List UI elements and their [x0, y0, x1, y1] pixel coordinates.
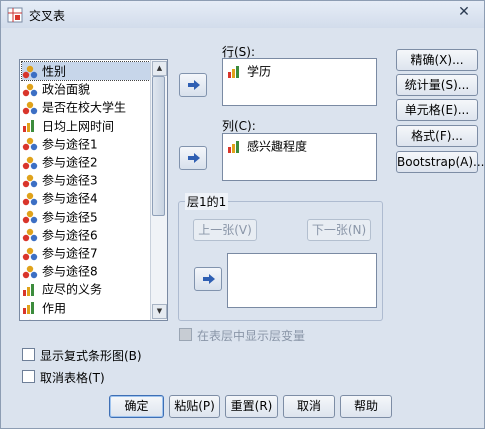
- exact-button[interactable]: 精确(X)...: [396, 49, 478, 71]
- variable-list-item[interactable]: 参与途径8: [22, 262, 150, 280]
- cancel-button[interactable]: 取消: [283, 395, 335, 418]
- scroll-up-arrow[interactable]: ▲: [152, 61, 167, 76]
- rows-item[interactable]: 学历: [227, 63, 271, 80]
- variable-list-item[interactable]: 性别: [21, 61, 151, 81]
- variable-list[interactable]: 性别 政治面貌 是否在校大学生 日均上网时间 参与途径1 参与途径2 参与途径3 参与途径4 参…: [19, 59, 168, 321]
- scale-bar-icon: [23, 120, 34, 133]
- nominal-icon: [22, 247, 38, 260]
- columns-item[interactable]: 感兴趣程度: [227, 138, 307, 155]
- variable-list-item[interactable]: 参与途径3: [22, 171, 150, 189]
- crosstabs-dialog: 交叉表 ✕ 性别 政治面貌 是否在校大学生 日均上网时间 参与途径1 参与途径2 参与途径3…: [0, 0, 485, 429]
- nominal-icon: [22, 192, 38, 206]
- variable-list-item[interactable]: 作用: [22, 299, 150, 317]
- variable-list-item[interactable]: 参与途径1: [22, 135, 150, 153]
- scroll-thumb[interactable]: [152, 76, 165, 216]
- variable-list-item[interactable]: 参与途径6: [22, 226, 150, 244]
- scale-bar-icon: [228, 65, 239, 78]
- scroll-down-arrow[interactable]: ▼: [152, 304, 167, 319]
- scale-bar-icon: [23, 283, 34, 296]
- variable-list-item[interactable]: 是否有参与意愿: [22, 317, 150, 321]
- right-arrow-icon: [188, 80, 200, 90]
- layer-field[interactable]: [227, 253, 377, 308]
- nominal-icon: [22, 229, 38, 242]
- scale-bar-icon: [23, 302, 34, 315]
- ok-button[interactable]: 确定: [109, 395, 164, 418]
- window-title: 交叉表: [29, 9, 66, 23]
- suppress-tables-label: 取消表格(T): [40, 371, 105, 385]
- clustered-bar-checkbox[interactable]: [22, 348, 35, 361]
- nominal-icon: [22, 265, 38, 278]
- previous-layer-button[interactable]: 上一张(V): [193, 219, 257, 241]
- rows-field[interactable]: 学历: [222, 58, 377, 106]
- variable-list-item[interactable]: 参与途径5: [22, 208, 150, 226]
- paste-button[interactable]: 粘贴(P): [169, 395, 220, 418]
- nominal-icon: [22, 156, 38, 169]
- nominal-icon: [22, 83, 38, 96]
- show-layer-vars-label: 在表层中显示层变量: [197, 329, 306, 343]
- scale-bar-icon: [228, 140, 239, 153]
- variable-list-scrollbar[interactable]: ▲ ▼: [150, 60, 167, 320]
- variable-list-item[interactable]: 日均上网时间: [22, 117, 150, 135]
- variable-list-item[interactable]: 是否在校大学生: [22, 98, 150, 116]
- suppress-tables-checkbox[interactable]: [22, 370, 35, 383]
- variable-list-item[interactable]: 参与途径7: [22, 244, 150, 262]
- variable-list-item[interactable]: 参与途径2: [22, 153, 150, 171]
- title-bar: 交叉表 ✕: [1, 1, 484, 28]
- nominal-icon: [22, 65, 38, 78]
- statistics-button[interactable]: 统计量(S)...: [396, 74, 478, 96]
- clustered-bar-label: 显示复式条形图(B): [40, 349, 142, 363]
- move-to-columns-button[interactable]: [179, 146, 207, 170]
- move-to-rows-button[interactable]: [179, 73, 207, 97]
- variable-list-item[interactable]: 政治面貌: [22, 80, 150, 98]
- reset-button[interactable]: 重置(R): [225, 395, 278, 418]
- cells-button[interactable]: 单元格(E)...: [396, 99, 478, 121]
- crosstabs-app-icon: [7, 7, 23, 23]
- bootstrap-button[interactable]: Bootstrap(A)...: [396, 151, 485, 173]
- nominal-icon: [22, 210, 38, 224]
- show-layer-vars-checkbox[interactable]: [179, 328, 192, 341]
- format-button[interactable]: 格式(F)...: [396, 125, 478, 147]
- variable-list-item[interactable]: 应尽的义务: [22, 280, 150, 298]
- help-button[interactable]: 帮助: [340, 395, 392, 418]
- variable-list-item[interactable]: 参与途径4: [22, 189, 150, 207]
- columns-field[interactable]: 感兴趣程度: [222, 133, 377, 181]
- columns-label: 列(C):: [222, 119, 256, 133]
- close-button[interactable]: ✕: [450, 3, 478, 21]
- next-layer-button[interactable]: 下一张(N): [307, 219, 371, 241]
- nominal-icon: [22, 319, 38, 321]
- nominal-icon: [22, 174, 38, 187]
- layer-title: 层1的1: [185, 193, 229, 210]
- right-arrow-icon: [188, 153, 200, 163]
- nominal-icon: [22, 101, 38, 115]
- nominal-icon: [22, 138, 38, 151]
